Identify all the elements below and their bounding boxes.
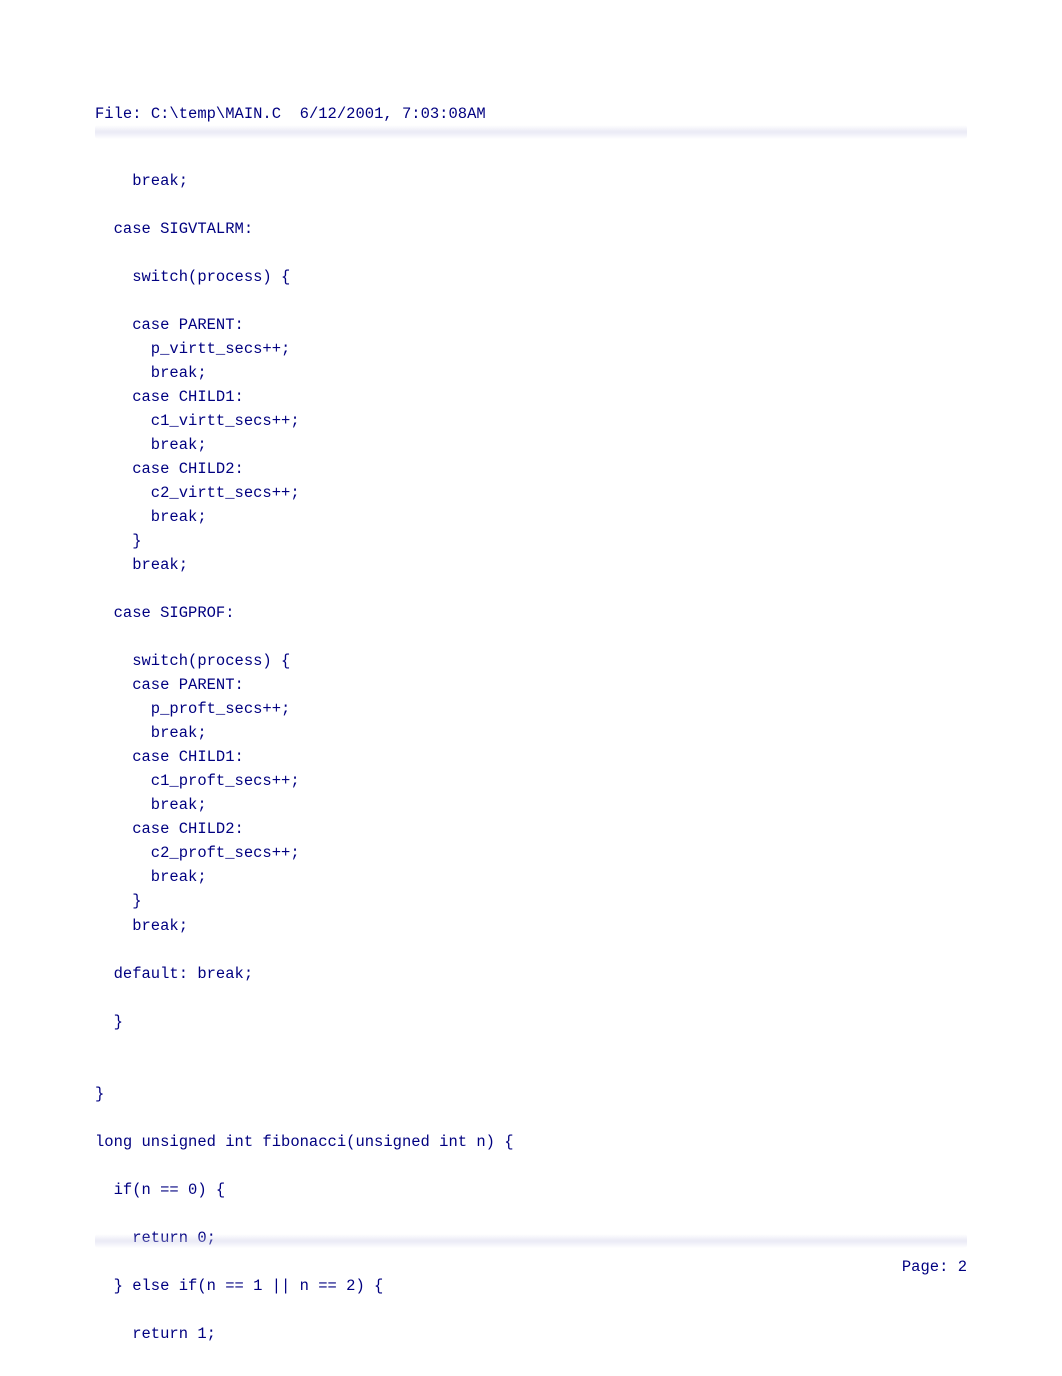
footer-divider bbox=[95, 1234, 967, 1248]
document-page: File: C:\temp\MAIN.C 6/12/2001, 7:03:08A… bbox=[0, 0, 1062, 1376]
header-divider bbox=[95, 125, 967, 139]
file-path: C:\temp\MAIN.C bbox=[151, 105, 281, 123]
page-label: Page: bbox=[902, 1258, 958, 1276]
page-footer: Page: 2 bbox=[902, 1258, 967, 1276]
file-label: File: bbox=[95, 105, 151, 123]
page-number: 2 bbox=[958, 1258, 967, 1276]
file-header: File: C:\temp\MAIN.C 6/12/2001, 7:03:08A… bbox=[95, 105, 967, 123]
source-code-listing: break; case SIGVTALRM: switch(process) {… bbox=[95, 145, 967, 1346]
file-timestamp: 6/12/2001, 7:03:08AM bbox=[300, 105, 486, 123]
